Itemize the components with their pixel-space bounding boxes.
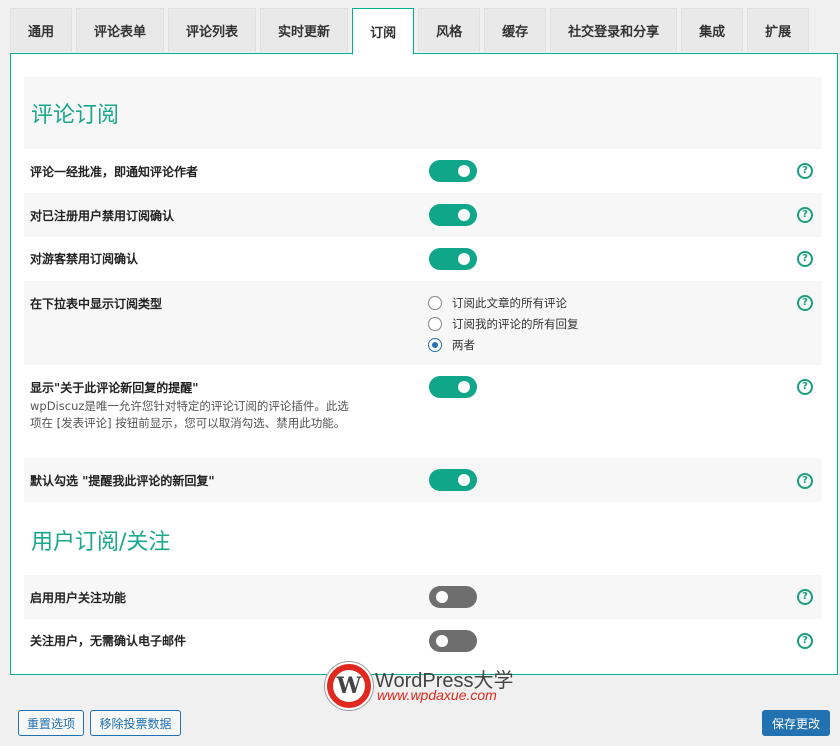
help-icon[interactable]: ? xyxy=(797,295,813,311)
reset-options-button[interactable]: 重置选项 xyxy=(18,710,84,736)
tab-subscription[interactable]: 订阅 xyxy=(352,8,415,55)
radio-option-replies-to-my-comments[interactable]: 订阅我的评论的所有回复 xyxy=(428,313,579,334)
help-icon[interactable]: ? xyxy=(797,251,813,267)
tab-cache[interactable]: 缓存 xyxy=(484,8,547,52)
help-icon[interactable]: ? xyxy=(797,207,813,223)
setting-row-dropdown-types: 在下拉表中显示订阅类型 订阅此文章的所有评论 订阅我的评论的所有回复 两者 ? xyxy=(24,281,822,365)
radio-label: 两者 xyxy=(452,337,475,352)
setting-description: wpDiscuz是唯一允许您针对特定的评论订阅的评论插件。此选项在 [发表评论]… xyxy=(30,399,349,430)
radio-label: 订阅此文章的所有评论 xyxy=(452,295,567,310)
settings-panel: 评论订阅 评论一经批准，即通知评论作者 ? 对已注册用户禁用订阅确认 ? 对游客… xyxy=(10,53,838,675)
subscription-type-radio-group: 订阅此文章的所有评论 订阅我的评论的所有回复 两者 xyxy=(428,292,579,355)
watermark-url: www.wpdaxue.com xyxy=(377,687,497,703)
toggle-switch[interactable] xyxy=(429,586,477,608)
toggle-knob xyxy=(458,253,470,265)
setting-row-reply-reminder: 显示"关于此评论新回复的提醒" wpDiscuz是唯一允许您针对特定的评论订阅的… xyxy=(24,365,822,458)
toggle-knob xyxy=(436,591,448,603)
help-icon[interactable]: ? xyxy=(797,473,813,489)
wordpress-logo-icon: W xyxy=(325,662,373,710)
tab-addons[interactable]: 扩展 xyxy=(747,8,810,52)
setting-row-disable-confirm-guests: 对游客禁用订阅确认 ? xyxy=(24,237,822,281)
radio-option-all-post-comments[interactable]: 订阅此文章的所有评论 xyxy=(428,292,579,313)
tab-comment-form[interactable]: 评论表单 xyxy=(76,8,165,52)
toggle-knob xyxy=(458,474,470,486)
radio-button[interactable] xyxy=(428,337,442,352)
save-changes-button[interactable]: 保存更改 xyxy=(762,710,830,736)
toggle-knob xyxy=(458,209,470,221)
setting-label: 启用用户关注功能 xyxy=(30,591,127,605)
remove-votes-button[interactable]: 移除投票数据 xyxy=(90,710,181,736)
setting-row-notify-author: 评论一经批准，即通知评论作者 ? xyxy=(24,149,822,193)
radio-button[interactable] xyxy=(428,316,442,331)
setting-label: 对游客禁用订阅确认 xyxy=(30,252,139,266)
tab-social-login[interactable]: 社交登录和分享 xyxy=(550,8,678,52)
setting-label: 关注用户，无需确认电子邮件 xyxy=(30,634,187,648)
radio-option-both[interactable]: 两者 xyxy=(428,334,579,355)
toggle-knob xyxy=(458,381,470,393)
radio-label: 订阅我的评论的所有回复 xyxy=(452,316,579,331)
help-icon[interactable]: ? xyxy=(797,379,813,395)
wpdaxue-watermark: W WordPress大学 www.wpdaxue.com xyxy=(325,662,525,710)
setting-row-disable-confirm-registered: 对已注册用户禁用订阅确认 ? xyxy=(24,193,822,237)
toggle-switch[interactable] xyxy=(429,204,477,226)
setting-label: 对已注册用户禁用订阅确认 xyxy=(30,209,175,223)
radio-button[interactable] xyxy=(428,295,442,310)
toggle-knob xyxy=(436,635,448,647)
tab-general[interactable]: 通用 xyxy=(10,8,73,52)
settings-tabs: 通用 评论表单 评论列表 实时更新 订阅 风格 缓存 社交登录和分享 集成 扩展 xyxy=(10,8,813,55)
toggle-switch[interactable] xyxy=(429,469,477,491)
help-icon[interactable]: ? xyxy=(797,163,813,179)
toggle-switch[interactable] xyxy=(429,630,477,652)
setting-label: 在下拉表中显示订阅类型 xyxy=(30,297,163,311)
section-title-comment-subscription: 评论订阅 xyxy=(24,77,822,149)
tab-integrations[interactable]: 集成 xyxy=(681,8,744,52)
help-icon[interactable]: ? xyxy=(797,589,813,605)
wordpress-logo-letter: W xyxy=(333,670,365,702)
tab-style[interactable]: 风格 xyxy=(418,8,481,52)
setting-row-follow-no-confirm: 关注用户，无需确认电子邮件 ? xyxy=(24,619,822,663)
toggle-knob xyxy=(458,165,470,177)
section-title-user-subscription: 用户订阅/关注 xyxy=(24,502,822,576)
toggle-switch[interactable] xyxy=(429,376,477,398)
setting-row-enable-follow: 启用用户关注功能 ? xyxy=(24,575,822,619)
tab-live-update[interactable]: 实时更新 xyxy=(260,8,349,52)
setting-label: 显示"关于此评论新回复的提醒" xyxy=(30,381,199,395)
toggle-switch[interactable] xyxy=(429,248,477,270)
help-icon[interactable]: ? xyxy=(797,633,813,649)
setting-row-default-checked-reminder: 默认勾选 "提醒我此评论的新回复" ? xyxy=(24,458,822,502)
setting-label: 评论一经批准，即通知评论作者 xyxy=(30,165,199,179)
tab-comment-list[interactable]: 评论列表 xyxy=(168,8,257,52)
setting-label: 默认勾选 "提醒我此评论的新回复" xyxy=(30,474,215,488)
toggle-switch[interactable] xyxy=(429,160,477,182)
